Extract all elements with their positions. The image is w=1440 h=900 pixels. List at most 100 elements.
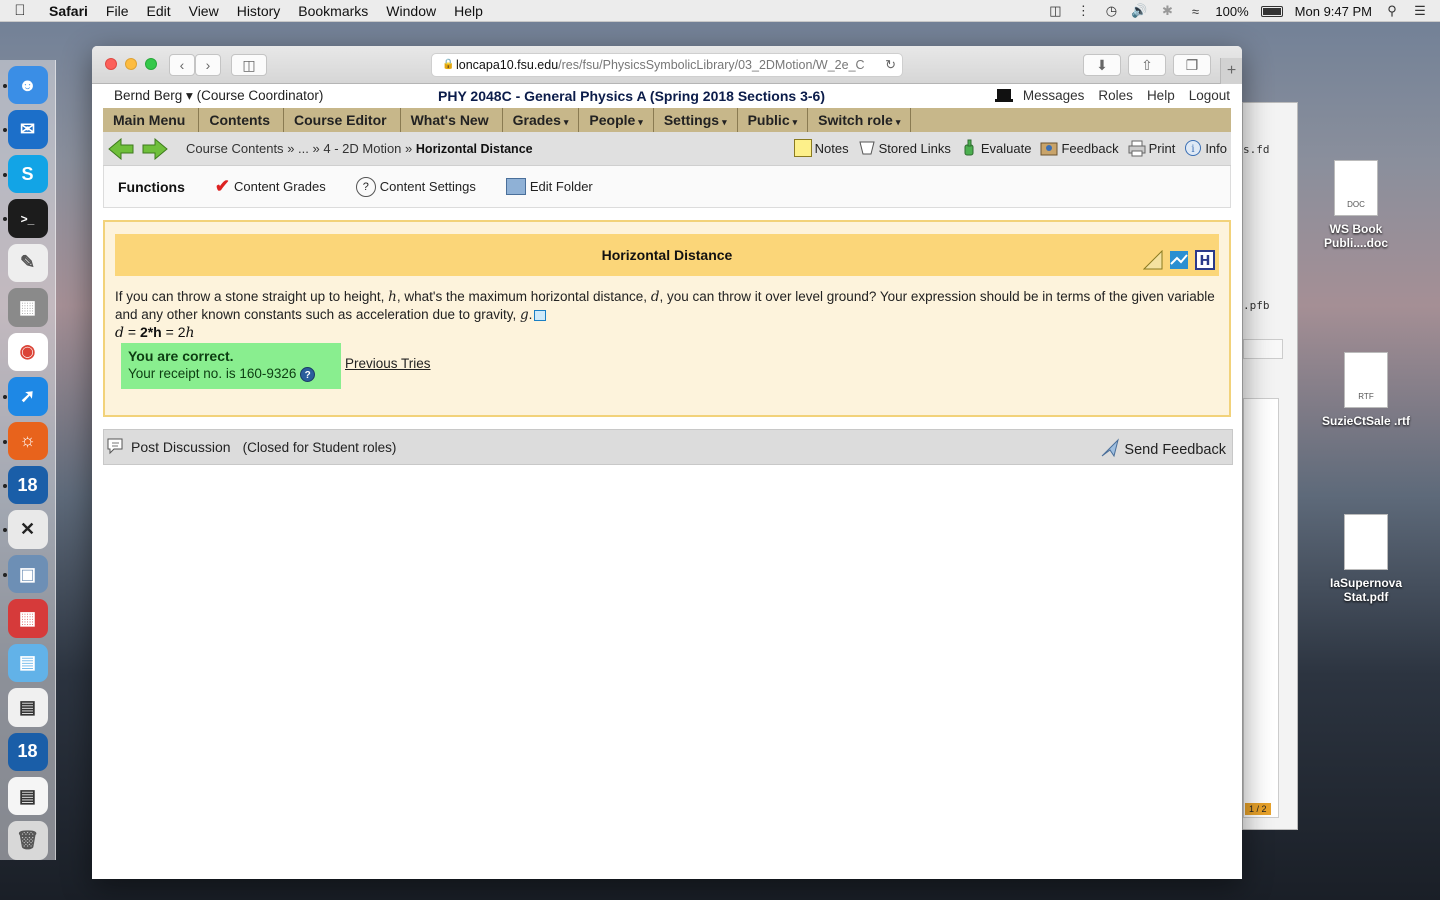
zoom-window-button[interactable] [145,58,157,70]
mathematica-icon[interactable]: 18 [2,465,48,505]
chrome-icon[interactable]: ◉ [7,332,48,372]
course-title: PHY 2048C - General Physics A (Spring 20… [438,88,825,104]
chevron-down-icon: ▾ [638,117,643,127]
header-links: Messages Roles Help Logout [995,88,1230,103]
calendar-icon[interactable]: ▦ [7,599,48,638]
skype-icon[interactable]: S [2,154,48,194]
menu-view[interactable]: View [180,3,228,19]
menu-history[interactable]: History [228,3,290,19]
volume-icon[interactable]: 🔊 [1131,3,1147,19]
trash-icon[interactable]: 🗑 [7,821,48,860]
breadcrumb-folder[interactable]: 4 - 2D Motion [323,141,401,156]
nav-people[interactable]: People ▾ [579,108,654,132]
desktop-file-rtf[interactable]: RTF SuzieCtSale .rtf [1316,352,1416,428]
help-link[interactable]: Help [1147,88,1175,103]
folder-icon[interactable]: ▤ [7,643,48,683]
send-feedback-button[interactable]: Send Feedback [1100,438,1226,462]
nav-public[interactable]: Public ▾ [738,108,809,132]
settings-help-icon: ? [355,176,376,197]
network-icon[interactable]: ⋮ [1075,3,1091,19]
menu-help[interactable]: Help [445,3,492,19]
back-button[interactable]: ‹ [169,54,195,76]
apple-icon[interactable]:  [0,2,40,19]
breadcrumb-ellipsis[interactable]: ... [298,141,309,156]
content-settings-link[interactable]: ? Content Settings [355,176,476,197]
safari-icon[interactable]: ➚ [2,377,48,416]
downloads-button[interactable]: ⬇ [1083,54,1121,76]
menu-edit[interactable]: Edit [137,3,179,19]
help-icon[interactable]: ? [300,366,316,382]
calculator-icon[interactable]: ▦ [7,288,48,327]
minimize-window-button[interactable] [125,58,137,70]
notification-center-icon[interactable]: ☰ [1412,3,1428,19]
content-grades-link[interactable]: ✔ Content Grades [215,176,326,197]
menu-bookmarks[interactable]: Bookmarks [289,3,377,19]
nav-grades[interactable]: Grades ▾ [503,108,580,132]
stored-links-tool[interactable]: Stored Links [858,139,951,157]
address-bar[interactable]: 🔒 loncapa10.fsu.edu/res/fsu/PhysicsSymbo… [431,53,903,77]
chevron-down-icon: ▾ [563,117,569,127]
sidebar-button[interactable]: ◫ [231,54,267,76]
post-discussion[interactable]: Post Discussion [106,437,231,458]
nav-course-editor[interactable]: Course Editor [284,108,401,132]
mathematica-doc-icon[interactable]: 18 [7,732,48,771]
new-tab-button[interactable]: + [1220,58,1242,84]
breadcrumb-bar: Course Contents » ... » 4 - 2D Motion » … [103,132,1231,166]
url-host: loncapa10.fsu.edu [456,58,559,72]
downloads-stack-icon[interactable]: ▤ [7,777,48,816]
html-edit-icon[interactable]: H [1195,244,1215,270]
previous-resource-arrow-icon[interactable] [107,137,135,161]
menu-clock[interactable]: Mon 9:47 PM [1295,4,1372,19]
finder-icon[interactable]: ☻ [2,66,48,105]
menu-app[interactable]: Safari [40,3,97,19]
desktop-file-doc[interactable]: DOC WS Book Publi....doc [1306,160,1406,250]
airplay-icon[interactable]: ◫ [1047,3,1063,19]
terminal-icon[interactable]: >_ [2,199,48,238]
roles-link[interactable]: Roles [1098,88,1133,103]
chevron-down-icon: ▾ [895,117,901,127]
menu-file[interactable]: File [97,3,138,19]
thunderbird-icon[interactable]: ✉ [2,110,48,149]
desktop-file-label: WS Book Publi....doc [1323,222,1388,250]
user-menu[interactable]: Bernd Berg ▾ (Course Coordinator) [114,88,323,104]
nav-contents[interactable]: Contents [199,108,285,132]
tabs-overview-button[interactable]: ❐ [1173,54,1211,76]
previous-tries-link[interactable]: Previous Tries [345,356,431,371]
forward-button[interactable]: › [195,54,221,76]
feedback-tool[interactable]: Feedback [1040,139,1119,157]
logout-link[interactable]: Logout [1189,88,1230,103]
close-window-button[interactable] [105,58,117,70]
ruler-icon[interactable] [1142,244,1163,270]
edit-folder-link[interactable]: Edit Folder [505,178,593,195]
printer-icon [1128,139,1146,157]
background-window[interactable]: s.fd .pfb 1 / 2 [1242,102,1298,830]
nav-main-menu[interactable]: Main Menu [103,108,200,132]
note-icon[interactable] [534,309,547,321]
x11-icon[interactable]: ✕ [2,510,48,549]
messages-link[interactable]: Messages [995,88,1084,103]
menu-window[interactable]: Window [377,3,445,19]
bluetooth-icon[interactable]: ✱ [1159,3,1175,19]
nav-settings[interactable]: Settings ▾ [654,108,738,132]
preview-icon[interactable]: ▣ [2,554,48,594]
firefox-icon[interactable]: ☼ [2,421,48,460]
time-machine-icon[interactable]: ◷ [1103,3,1119,19]
share-button[interactable]: ⇧ [1128,54,1166,76]
evaluate-tool[interactable]: Evaluate [960,139,1031,157]
battery-icon[interactable] [1260,5,1283,17]
functions-bar: Functions ✔ Content Grades ? Content Setti… [103,166,1231,208]
breadcrumb-root[interactable]: Course Contents [186,141,284,156]
textedit-icon[interactable]: ✎ [7,243,48,283]
next-resource-arrow-icon[interactable] [141,137,169,161]
reload-icon[interactable]: ↻ [885,57,896,73]
wifi-icon[interactable]: ≈ [1187,4,1203,19]
desktop-file-pdf[interactable]: IaSupernova Stat.pdf [1316,514,1416,604]
chart-icon[interactable] [1169,244,1189,269]
spotlight-icon[interactable]: ⚲ [1384,3,1400,19]
nav-switch-role[interactable]: Switch role ▾ [808,108,912,132]
info-tool[interactable]: i Info [1184,139,1227,157]
notes-tool[interactable]: Notes [793,139,849,157]
document-thumb-icon[interactable]: ▤ [7,688,48,727]
print-tool[interactable]: Print [1128,139,1175,157]
nav-whats-new[interactable]: What's New [401,108,503,132]
